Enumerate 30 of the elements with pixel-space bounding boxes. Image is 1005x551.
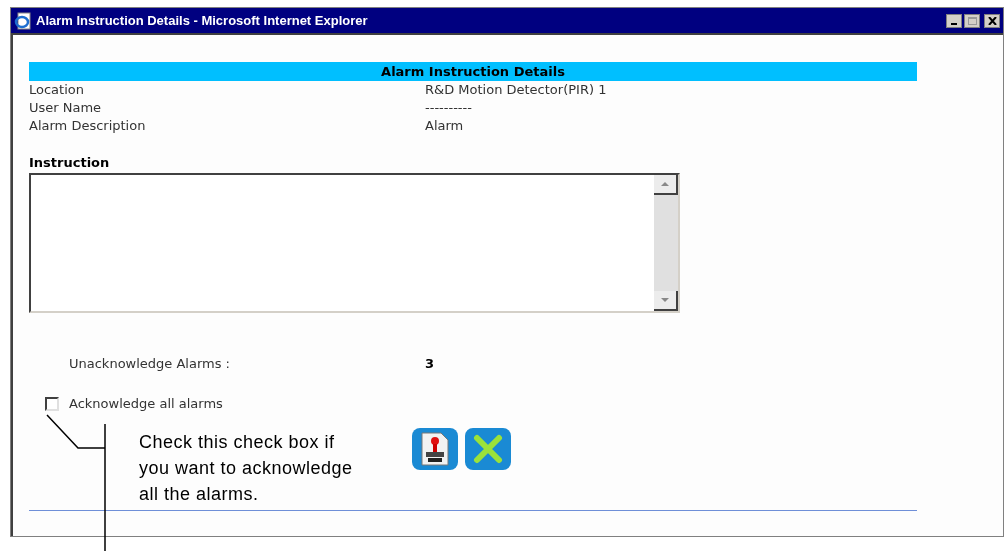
- detail-label: User Name: [29, 99, 103, 117]
- stamp-document-icon: [419, 432, 451, 466]
- browser-icon: [14, 11, 32, 30]
- scroll-up-button[interactable]: [654, 175, 678, 195]
- down-arrow-icon: [661, 298, 669, 302]
- acknowledge-all-label: Acknowledge all alarms: [69, 395, 223, 414]
- detail-value: ----------: [425, 99, 472, 117]
- callout-text: Check this check box if you want to acknowledge all the alarms.: [139, 431, 354, 505]
- detail-value: R&D Motion Detector(PIR) 1: [425, 81, 607, 99]
- close-icon: [987, 16, 997, 25]
- maximize-button[interactable]: [964, 13, 980, 28]
- instruction-label: Instruction: [29, 155, 110, 170]
- window-title: Alarm Instruction Details - Microsoft Internet Explorer: [36, 11, 368, 30]
- up-arrow-icon: [661, 182, 669, 186]
- maximize-icon: [967, 16, 977, 25]
- close-button[interactable]: [984, 13, 1000, 28]
- unacknowledged-label: Unacknowledge Alarms :: [69, 355, 231, 373]
- acknowledge-checkbox[interactable]: [45, 397, 59, 411]
- cross-icon: [473, 434, 503, 464]
- acknowledge-button[interactable]: [412, 428, 458, 470]
- minimize-button[interactable]: [946, 13, 962, 28]
- scroll-down-button[interactable]: [654, 291, 678, 311]
- detail-value: Alarm: [425, 117, 464, 135]
- detail-label: Location: [29, 81, 85, 99]
- details-heading: Alarm Instruction Details: [29, 62, 917, 81]
- unacknowledged-count: 3: [425, 355, 435, 373]
- cancel-button[interactable]: [465, 428, 511, 470]
- minimize-icon: [951, 22, 957, 25]
- scrollbar[interactable]: [654, 175, 678, 311]
- detail-label: Alarm Description: [29, 117, 147, 135]
